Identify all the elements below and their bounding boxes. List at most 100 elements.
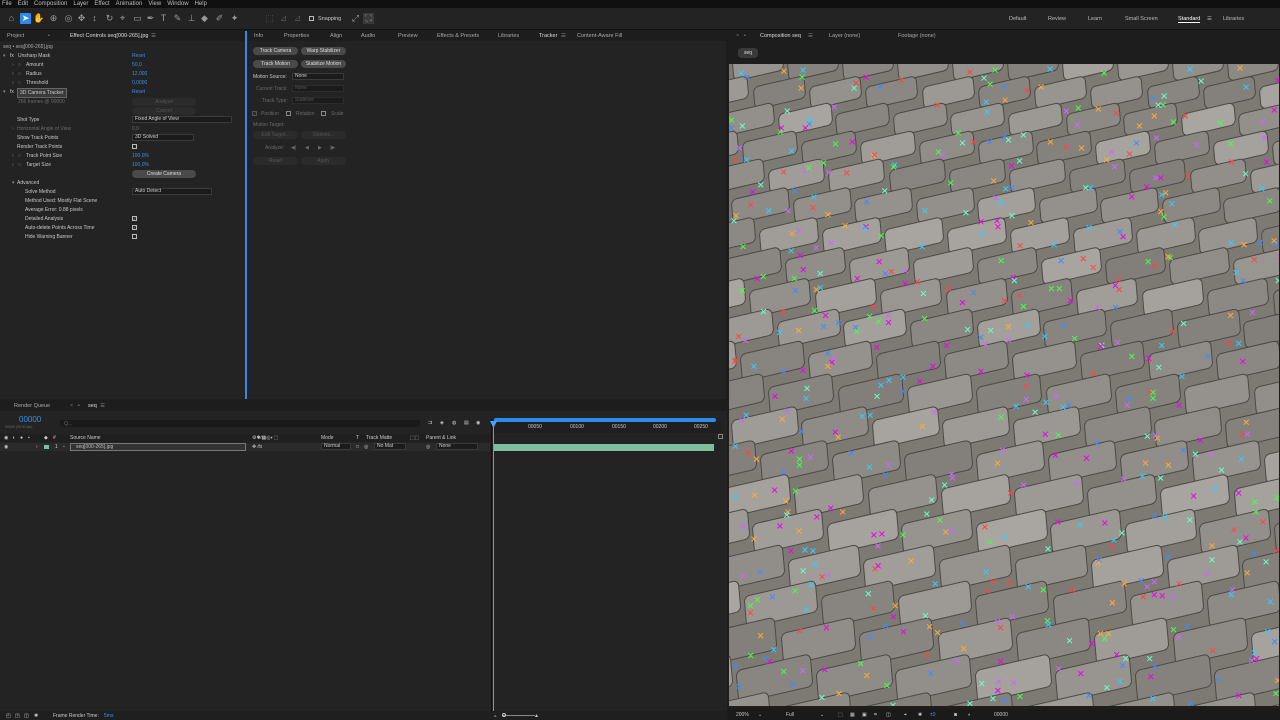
panel-menu-icon[interactable]: ☰ bbox=[100, 401, 105, 411]
expand-triangle-icon[interactable]: › bbox=[12, 71, 14, 77]
label-color-swatch[interactable] bbox=[44, 445, 49, 449]
hide-warning-checkbox[interactable] bbox=[132, 234, 137, 239]
unsharp-mask-name[interactable]: Unsharp Mask bbox=[18, 53, 50, 59]
guides-icon[interactable]: ⌗ bbox=[874, 712, 877, 718]
solo-icon[interactable]: ● bbox=[20, 435, 23, 441]
auto-delete-checkbox[interactable]: ✓ bbox=[132, 225, 137, 230]
show-snapshot-icon[interactable]: ◐ bbox=[968, 712, 971, 718]
world-axis-icon[interactable]: ⊿ bbox=[292, 13, 303, 24]
close-icon[interactable]: × bbox=[736, 31, 739, 41]
analyze-back-icon[interactable]: ◀ bbox=[305, 145, 309, 151]
tab-composition[interactable]: Composition seq bbox=[760, 31, 801, 41]
rotation-checkbox[interactable] bbox=[286, 111, 291, 116]
panel-menu-icon[interactable]: ☰ bbox=[808, 31, 813, 41]
comp-mini-flowchart-icon[interactable]: ⇉ bbox=[428, 420, 432, 426]
puppet-tool-icon[interactable]: ✦ bbox=[229, 13, 240, 24]
chevron-down-icon[interactable]: ⌄ bbox=[820, 712, 824, 718]
panel-menu-icon[interactable]: ☰ bbox=[561, 31, 566, 41]
zoom-out-icon[interactable]: ▵ bbox=[494, 713, 497, 719]
lock-icon[interactable]: ▪ bbox=[48, 31, 50, 41]
layer-duration-bar[interactable] bbox=[494, 444, 714, 451]
tab-seq[interactable]: seq bbox=[88, 401, 97, 411]
draft-3d-icon[interactable]: ◈ bbox=[440, 420, 444, 426]
reset-button[interactable]: Reset bbox=[253, 157, 298, 165]
stopwatch-icon[interactable]: ◌ bbox=[18, 71, 21, 77]
show-points-dropdown[interactable]: 3D Solved bbox=[132, 134, 194, 141]
parent-header[interactable]: Parent & Link bbox=[426, 435, 456, 441]
pan-tool-icon[interactable]: ✥ bbox=[76, 13, 87, 24]
menu-layer[interactable]: Layer bbox=[73, 0, 88, 8]
amount-value[interactable]: 50,0 bbox=[132, 62, 142, 68]
apply-button[interactable]: Apply bbox=[301, 157, 346, 165]
workspace-menu-icon[interactable]: ☰ bbox=[1207, 16, 1212, 22]
fx-icon[interactable]: fx bbox=[10, 89, 14, 95]
cancel-button[interactable]: Cancel bbox=[132, 107, 196, 115]
audio-icon[interactable]: ◖ bbox=[12, 435, 15, 441]
motion-source-dropdown[interactable]: None bbox=[292, 73, 344, 80]
zoom-slider[interactable] bbox=[503, 715, 535, 716]
zoom-tool-icon[interactable]: ⊕ bbox=[48, 13, 59, 24]
point-size-value[interactable]: 100,0% bbox=[132, 153, 149, 159]
options-button[interactable]: Options... bbox=[301, 131, 346, 139]
tab-render-queue[interactable]: Render Queue bbox=[14, 401, 50, 411]
detailed-analysis-checkbox[interactable]: ✓ bbox=[132, 216, 137, 221]
stabilize-motion-button[interactable]: Stabilize Motion bbox=[301, 60, 346, 68]
comp-icon[interactable]: ▪ bbox=[78, 401, 80, 411]
layer-name[interactable]: seq[000-265].jpg bbox=[76, 444, 113, 450]
expand-triangle-icon[interactable]: › bbox=[12, 153, 14, 159]
current-track-dropdown[interactable]: None bbox=[292, 85, 344, 92]
dolly-tool-icon[interactable]: ↕ bbox=[89, 13, 100, 24]
align-icon[interactable]: ⬚ bbox=[264, 13, 275, 24]
expand-triangle-icon[interactable]: › bbox=[12, 62, 14, 68]
tab-preview[interactable]: Preview bbox=[398, 31, 418, 41]
transfer-controls-icon[interactable]: ◳ bbox=[15, 713, 20, 719]
zoom-in-icon[interactable]: ▲ bbox=[534, 713, 539, 719]
rotate-tool-icon[interactable]: ↻ bbox=[104, 13, 115, 24]
mode-dropdown[interactable]: Normal bbox=[321, 443, 351, 450]
track-camera-button[interactable]: Track Camera bbox=[253, 47, 298, 55]
menu-edit[interactable]: Edit bbox=[18, 0, 28, 8]
menu-file[interactable]: File bbox=[2, 0, 12, 8]
expand-triangle-icon[interactable]: ▾ bbox=[12, 180, 15, 186]
solve-method-dropdown[interactable]: Auto Detect bbox=[132, 188, 212, 195]
unsharp-reset-link[interactable]: Reset bbox=[132, 53, 145, 59]
expand-triangle-icon[interactable]: › bbox=[36, 444, 38, 450]
track-matte-header[interactable]: Track Matte bbox=[366, 435, 392, 441]
expand-triangle-icon[interactable]: ▾ bbox=[3, 53, 6, 59]
menu-animation[interactable]: Animation bbox=[116, 0, 143, 8]
home-icon[interactable]: ⌂ bbox=[6, 13, 17, 24]
snapping-checkbox[interactable] bbox=[309, 16, 314, 21]
analyze-forward-icon[interactable]: ▶ bbox=[318, 145, 322, 151]
position-checkbox[interactable]: ✓ bbox=[252, 111, 257, 116]
workspace-default[interactable]: Default bbox=[1009, 16, 1026, 22]
stopwatch-icon[interactable]: ◌ bbox=[18, 80, 21, 86]
stopwatch-icon[interactable]: ◌ bbox=[18, 162, 21, 168]
shot-type-dropdown[interactable]: Fixed Angle of View bbox=[132, 116, 232, 123]
camera-tracker-reset-link[interactable]: Reset bbox=[132, 89, 145, 95]
stopwatch-icon[interactable]: ◌ bbox=[18, 153, 21, 159]
render-time-icon[interactable]: ✱ bbox=[34, 713, 38, 719]
fx-icon[interactable]: fx bbox=[10, 53, 14, 59]
workspace-libraries[interactable]: Libraries bbox=[1223, 16, 1244, 22]
graph-editor-icon[interactable]: ◉ bbox=[476, 420, 480, 426]
hfov-value[interactable]: 0,0 bbox=[132, 126, 139, 132]
current-time-display[interactable]: 00000 bbox=[994, 712, 1008, 718]
zoom-slider-handle[interactable] bbox=[502, 713, 506, 717]
playhead[interactable] bbox=[493, 423, 494, 720]
menu-help[interactable]: Help bbox=[195, 0, 207, 8]
tab-align[interactable]: Align bbox=[330, 31, 342, 41]
label-column-icon[interactable]: ◆ bbox=[44, 435, 48, 441]
eraser-tool-icon[interactable]: ◆ bbox=[199, 13, 210, 24]
tab-project[interactable]: Project bbox=[7, 31, 24, 41]
track-motion-button[interactable]: Track Motion bbox=[253, 60, 298, 68]
track-type-dropdown[interactable]: Stabilize bbox=[292, 97, 344, 104]
expand-triangle-icon[interactable]: › bbox=[12, 126, 14, 132]
stopwatch-icon[interactable]: ◌ bbox=[18, 62, 21, 68]
advanced-label[interactable]: Advanced bbox=[17, 180, 39, 186]
type-tool-icon[interactable]: T bbox=[158, 13, 169, 24]
menu-window[interactable]: Window bbox=[167, 0, 188, 8]
expand-triangle-icon[interactable]: ▾ bbox=[3, 89, 6, 95]
shy-layers-icon[interactable]: ◍ bbox=[452, 420, 456, 426]
matte-pick-icon[interactable]: ◎ bbox=[364, 444, 368, 450]
brush-tool-icon[interactable]: ✎ bbox=[172, 13, 183, 24]
